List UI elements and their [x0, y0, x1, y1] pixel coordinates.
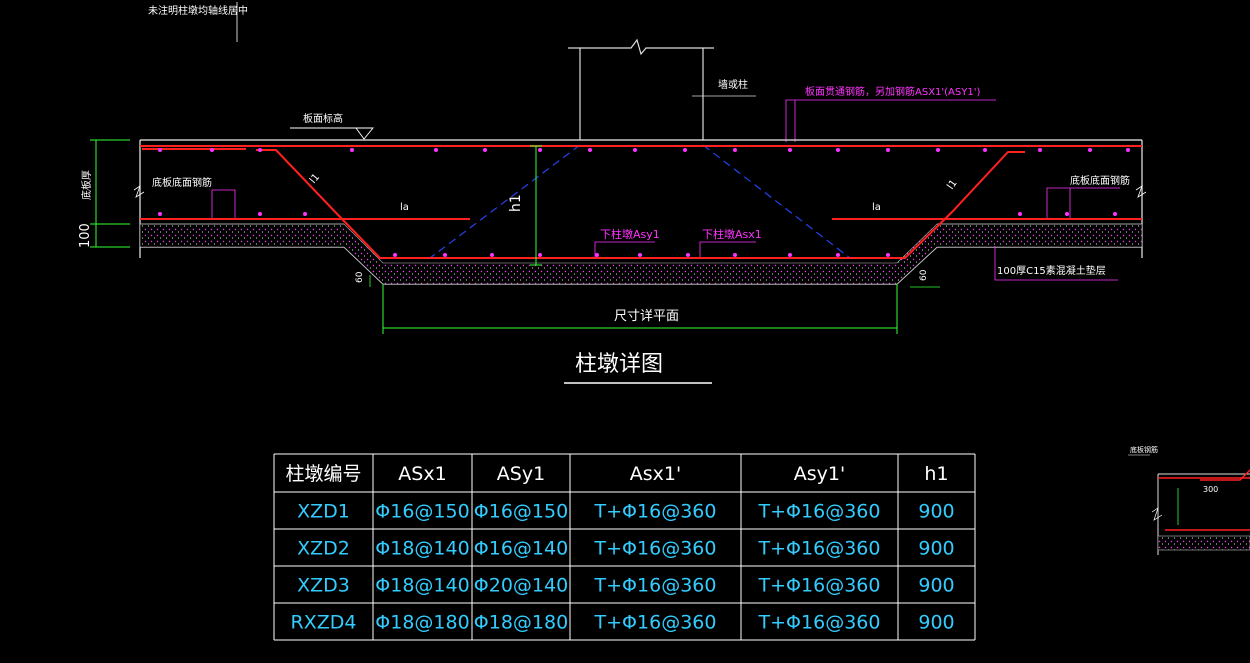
table-cell: Φ16@150 [375, 501, 469, 523]
slab-elevation-label: 板面标高 [303, 112, 343, 125]
table-header-cell: Asx1' [630, 463, 681, 485]
side-dim: 300 [1203, 485, 1218, 494]
table-cell: T+Φ16@360 [594, 538, 717, 560]
table-cell: RXZD4 [291, 612, 357, 634]
table-cell: T+Φ16@360 [758, 575, 881, 597]
break-right [1135, 184, 1147, 198]
bottom-rebar-right-leader [1046, 187, 1120, 218]
rebar-asx1-label: 下柱墩Asx1 [702, 227, 762, 241]
table-header-cell: Asy1' [794, 463, 845, 485]
table-header-cell: h1 [924, 463, 948, 485]
la-left-label: la [400, 202, 409, 213]
top-note: 未注明柱墩均轴线居中 [148, 4, 248, 17]
table-cell: T+Φ16@360 [758, 538, 881, 560]
table-cell: Φ18@180 [474, 612, 568, 634]
table-cell: XZD2 [297, 538, 350, 560]
table-cell: Φ20@140 [474, 575, 568, 597]
bottom-rebar-left-label: 底板底面钢筋 [152, 176, 212, 189]
table-cell: 900 [918, 575, 954, 597]
table-cell: T+Φ16@360 [758, 501, 881, 523]
table-cell: Φ16@140 [474, 538, 568, 560]
h1-label: h1 [508, 194, 524, 212]
punch-line-left [429, 144, 581, 259]
table-cell: Φ18@140 [375, 575, 469, 597]
slope-right-label: l1 [945, 178, 959, 192]
left-thickness-label: 底板厚 [80, 170, 93, 200]
table-cell: 900 [918, 612, 954, 634]
side-fragment: 底板钢筋 300 [1128, 445, 1250, 555]
table-cell: T+Φ16@360 [594, 501, 717, 523]
table-cell: T+Φ16@360 [758, 612, 881, 634]
break-left [133, 184, 145, 198]
table-cell: XZD3 [297, 575, 350, 597]
la-right-label: la [872, 202, 881, 213]
rebar-asy1-label: 下柱墩Asy1 [600, 227, 660, 241]
table-header-cell: 柱墩编号 [285, 463, 361, 485]
table-cell: T+Φ16@360 [594, 612, 717, 634]
table-header-cell: ASy1 [497, 463, 545, 485]
side-label: 底板钢筋 [1130, 445, 1158, 454]
cad-drawing-canvas[interactable]: 未注明柱墩均轴线居中 墙或柱 板面贯通钢筋，另加钢筋ASX1'(ASY1') 板… [0, 0, 1250, 663]
slope-left-label: l1 [308, 172, 322, 186]
bottom-rebar-left-leader [211, 189, 236, 218]
table-cell: Φ18@140 [375, 538, 469, 560]
punch-line-right [702, 144, 851, 259]
dim-60-right: 60 [919, 269, 929, 281]
slab-outline [139, 139, 1143, 285]
left-dimension [90, 139, 130, 248]
column-outline [568, 38, 714, 140]
table-cell: Φ18@180 [375, 612, 469, 634]
column-label: 墙或柱 [718, 78, 748, 91]
detail-title: 柱墩详图 [575, 352, 663, 377]
top-rebar-note: 板面贯通钢筋，另加钢筋ASX1'(ASY1') [805, 85, 980, 98]
column-pier-table: 柱墩编号 ASx1 ASy1 Asx1' Asy1' h1XZD1 Φ16@150 Φ16@1… [273, 453, 976, 641]
size-note: 尺寸详平面 [614, 309, 679, 324]
table-cell: T+Φ16@360 [594, 575, 717, 597]
table-cell: Φ16@150 [474, 501, 568, 523]
table-header-cell: ASx1 [398, 463, 446, 485]
bottom-rebar-right-label: 底板底面钢筋 [1070, 174, 1130, 187]
table-cell: XZD1 [297, 501, 350, 523]
slab-elevation-symbol [290, 127, 374, 140]
table-cell: 900 [918, 501, 954, 523]
cushion-label: 100厚C15素混凝土垫层 [997, 264, 1106, 277]
dim-60-left: 60 [355, 271, 365, 283]
table-cell: 900 [918, 538, 954, 560]
left-100-label: 100 [78, 223, 93, 248]
top-rebar-leader [785, 99, 996, 142]
